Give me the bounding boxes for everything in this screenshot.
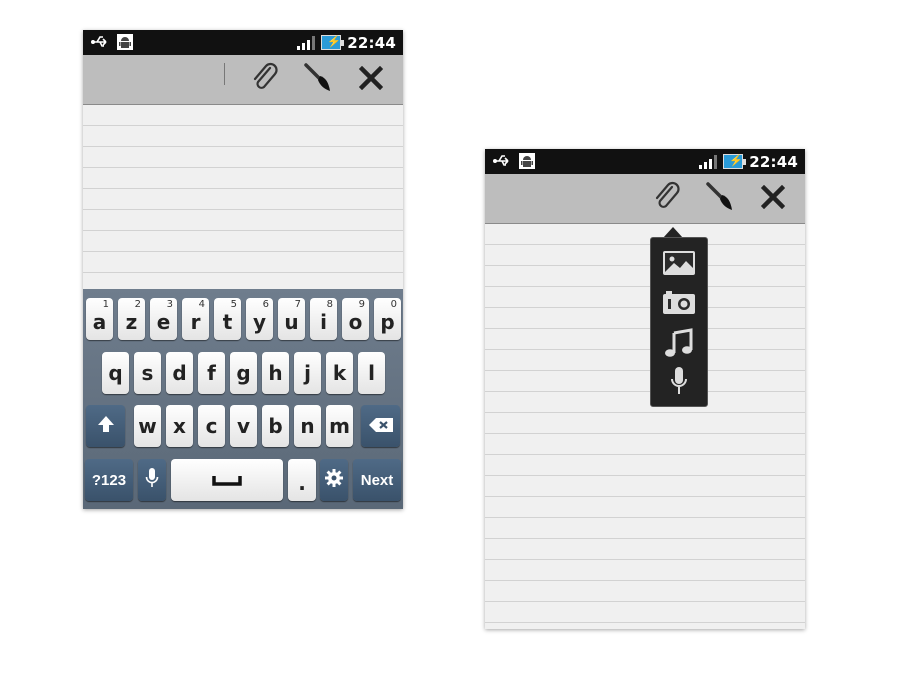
key-v[interactable]: v (230, 405, 257, 447)
paperclip-icon (652, 181, 682, 218)
key-a[interactable]: 1a (86, 298, 113, 340)
battery-icon: ⚡ (723, 154, 747, 169)
settings-key[interactable] (320, 459, 348, 501)
attach-button[interactable] (248, 62, 282, 99)
symbols-key[interactable]: ?123 (85, 459, 133, 501)
close-button[interactable] (756, 182, 790, 216)
note-text-area[interactable] (485, 224, 805, 629)
key-l[interactable]: l (358, 352, 385, 394)
key-t[interactable]: 5t (214, 298, 241, 340)
backspace-key[interactable] (361, 405, 400, 447)
attach-menu (650, 237, 708, 407)
period-key[interactable]: . (288, 459, 316, 501)
key-z[interactable]: 2z (118, 298, 145, 340)
key-i[interactable]: 8i (310, 298, 337, 340)
note-text-area[interactable] (83, 105, 403, 289)
key-u[interactable]: 7u (278, 298, 305, 340)
key-y[interactable]: 6y (246, 298, 273, 340)
status-time: 22:44 (347, 33, 396, 52)
key-q[interactable]: q (102, 352, 129, 394)
close-icon (358, 65, 384, 95)
android-debug-icon (117, 34, 133, 55)
key-f[interactable]: f (198, 352, 225, 394)
signal-icon (699, 154, 718, 169)
brush-icon (303, 62, 333, 99)
key-c[interactable]: c (198, 405, 225, 447)
key-d[interactable]: d (166, 352, 193, 394)
close-icon (760, 184, 786, 214)
note-toolbar (485, 174, 805, 224)
brush-icon (705, 181, 735, 218)
attach-button[interactable] (650, 181, 684, 218)
android-debug-icon (519, 153, 535, 174)
status-time: 22:44 (749, 152, 798, 171)
space-key[interactable] (171, 459, 283, 501)
key-k[interactable]: k (326, 352, 353, 394)
key-r[interactable]: 4r (182, 298, 209, 340)
phone-screen-keyboard: ⚡ 22:44 1a 2z 3e 4r 5t 6y 7u 8 i 9 o 0 p… (83, 30, 403, 509)
attach-camera-button[interactable] (661, 288, 697, 322)
image-icon (662, 250, 696, 281)
attach-voice-button[interactable] (661, 366, 697, 400)
attach-music-button[interactable] (661, 327, 697, 363)
brush-button[interactable] (301, 62, 335, 99)
key-w[interactable]: w (134, 405, 161, 447)
backspace-icon (368, 414, 394, 438)
camera-icon (662, 290, 696, 321)
key-m[interactable]: m (326, 405, 353, 447)
music-icon (664, 327, 694, 363)
note-toolbar (83, 55, 403, 105)
usb-icon (91, 35, 111, 54)
mic-key[interactable] (138, 459, 166, 501)
key-n[interactable]: n (294, 405, 321, 447)
status-bar: ⚡ 22:44 (83, 30, 403, 55)
key-x[interactable]: x (166, 405, 193, 447)
next-key[interactable]: Next (353, 459, 401, 501)
phone-screen-attach-menu: ⚡ 22:44 (485, 149, 805, 629)
key-s[interactable]: s (134, 352, 161, 394)
microphone-icon (145, 467, 159, 494)
status-bar: ⚡ 22:44 (485, 149, 805, 174)
key-o[interactable]: 9o (342, 298, 369, 340)
usb-icon (493, 154, 513, 173)
close-button[interactable] (354, 63, 388, 97)
signal-icon (297, 35, 316, 50)
microphone-icon (670, 366, 688, 401)
gear-icon (324, 468, 344, 493)
shift-arrow-icon (96, 414, 116, 439)
space-bar-icon (212, 468, 242, 492)
key-j[interactable]: j (294, 352, 321, 394)
key-h[interactable]: h (262, 352, 289, 394)
key-e[interactable]: 3e (150, 298, 177, 340)
brush-button[interactable] (703, 181, 737, 218)
key-g[interactable]: g (230, 352, 257, 394)
shift-key[interactable] (86, 405, 125, 447)
paperclip-icon (250, 62, 280, 99)
attach-image-button[interactable] (661, 248, 697, 282)
text-cursor (224, 63, 225, 85)
key-p[interactable]: 0p (374, 298, 401, 340)
battery-icon: ⚡ (321, 35, 345, 50)
soft-keyboard: 1a 2z 3e 4r 5t 6y 7u 8i 9o 0p q s d f g … (83, 289, 403, 509)
key-b[interactable]: b (262, 405, 289, 447)
